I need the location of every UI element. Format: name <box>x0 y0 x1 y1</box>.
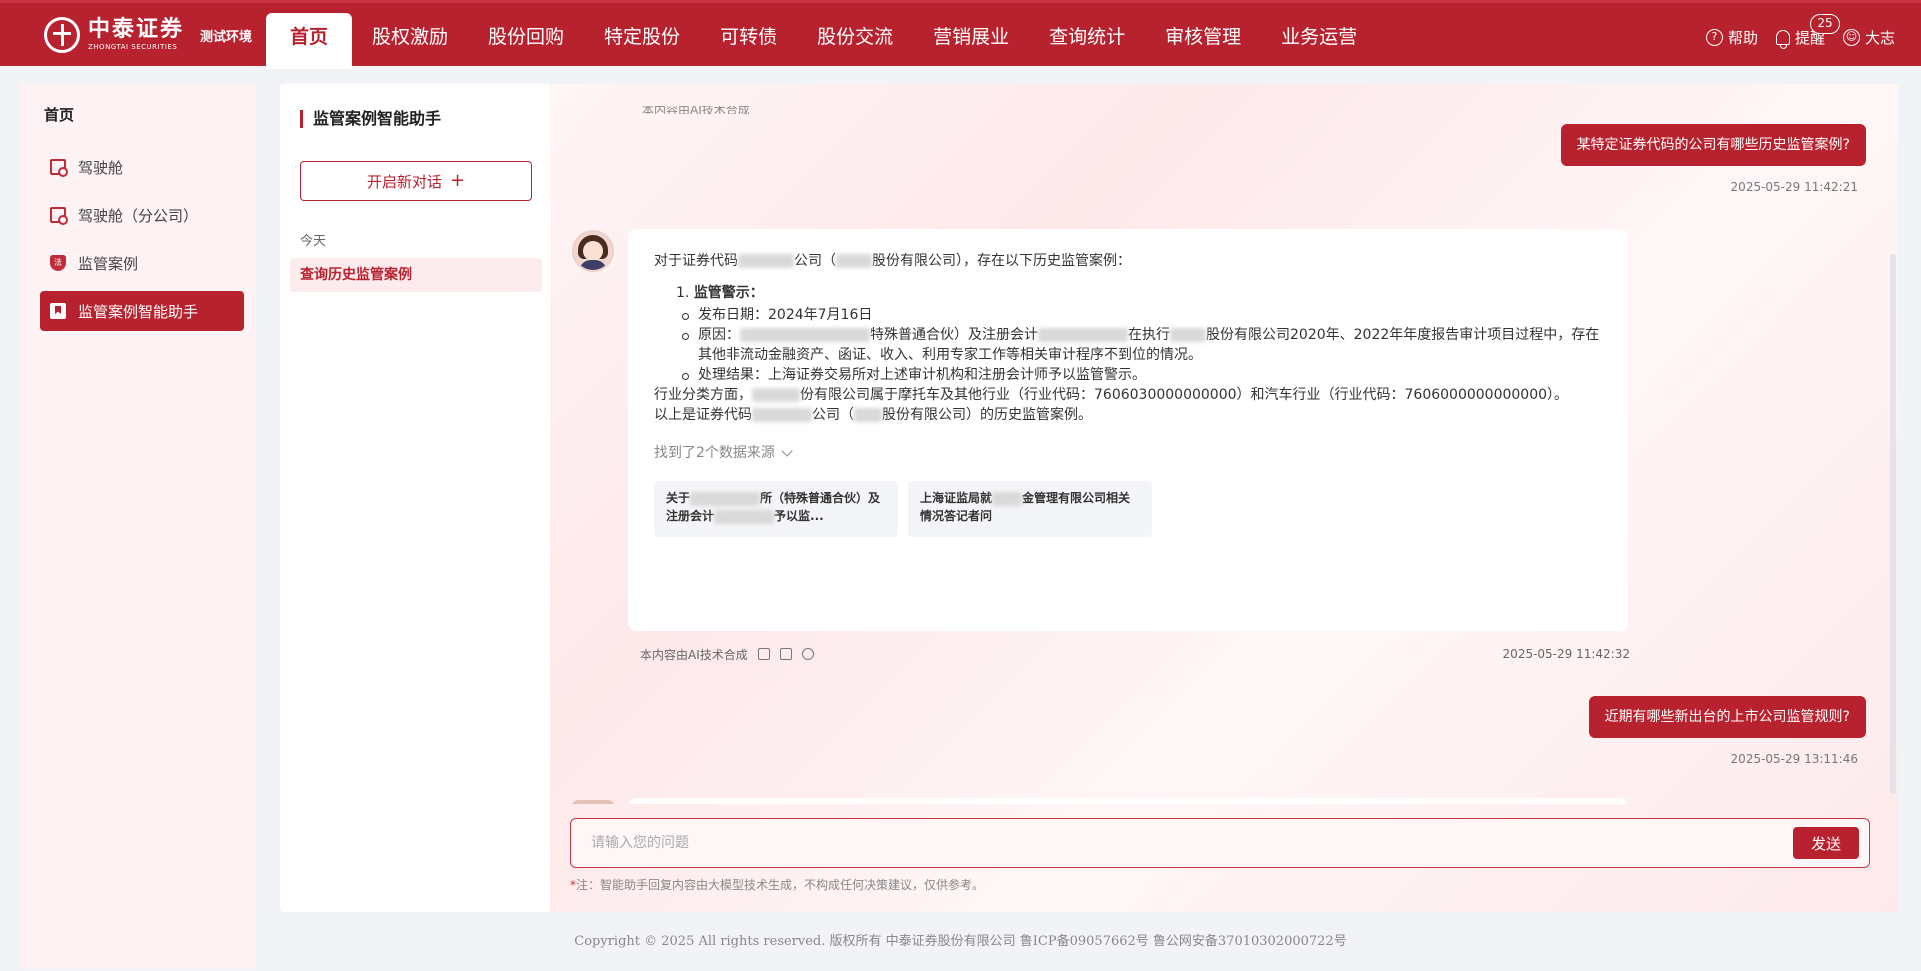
nav-item-query-stats[interactable]: 查询统计 <box>1029 13 1145 69</box>
ai-generated-note: 本内容由AI技术合成 <box>640 647 748 662</box>
nav-item-home[interactable]: 首页 <box>266 13 353 69</box>
logo-name: 中泰证券 <box>88 17 185 42</box>
bookmark-icon <box>50 303 66 319</box>
thumbs-down-icon[interactable] <box>779 648 792 660</box>
notification-badge: 25 <box>1809 14 1840 34</box>
assistant-avatar <box>572 230 614 272</box>
header-actions: ? 帮助 提醒 25 ☺ 大志 <box>1688 14 1895 49</box>
redacted-text <box>740 328 870 342</box>
nav-item-review-management[interactable]: 审核管理 <box>1145 13 1261 69</box>
industry-paragraph: 行业分类方面， 份有限公司属于摩托车及其他行业（行业代码：760603000000… <box>654 387 1569 403</box>
plus-icon: + <box>449 170 466 191</box>
help-button[interactable]: ? 帮助 <box>1705 27 1758 48</box>
user-message: 某特定证券代码的公司有哪些历史监管案例? <box>1560 124 1866 166</box>
user-icon: ☺ <box>1842 29 1860 46</box>
ai-note-partial: 本内容由AI技术合成 <box>642 106 750 114</box>
sidebar-title: 首页 <box>44 106 75 124</box>
source-card[interactable]: 关于 所（特殊普通合伙）及注册会计 予以监... <box>654 481 898 537</box>
question-input-box: 发送 <box>570 818 1870 868</box>
thumbs-up-icon[interactable] <box>757 648 770 660</box>
user-menu[interactable]: ☺ 大志 <box>1842 27 1895 48</box>
closing-paragraph: 以上是证券代码 公司（ 股份有限公司）的历史监管案例。 <box>654 407 1092 423</box>
sidebar: 首页 驾驶舱 驾驶舱（分公司） 法 监管案例 监管案例智能助手 <box>20 84 256 969</box>
sidebar-item-dashboard-branch[interactable]: 驾驶舱（分公司） <box>40 195 244 235</box>
message-timestamp: 2025-05-29 11:42:21 <box>1730 180 1858 194</box>
nav-item-share-buyback[interactable]: 股份回购 <box>468 13 584 69</box>
redacted-text <box>1038 328 1128 342</box>
user-message: 近期有哪些新出台的上市公司监管规则? <box>1588 696 1866 738</box>
message-timestamp: 2025-05-29 13:11:46 <box>1730 752 1858 766</box>
new-chat-button[interactable]: 开启新对话 + <box>300 161 532 201</box>
panel-title: 监管案例智能助手 <box>300 110 441 128</box>
page-footer: Copyright © 2025 All rights reserved. 版权… <box>574 934 1347 949</box>
dashboard-icon <box>50 207 68 225</box>
assistant-avatar <box>572 800 614 804</box>
bell-icon <box>1775 30 1790 49</box>
chat-area: 本内容由AI技术合成 某特定证券代码的公司有哪些历史监管案例? 2025-05-… <box>550 84 1898 912</box>
logo-mark-icon <box>44 17 80 53</box>
send-button[interactable]: 发送 <box>1793 827 1859 859</box>
question-icon: ? <box>1705 29 1723 46</box>
law-shield-icon: 法 <box>50 255 66 271</box>
top-navbar: 中泰证券 ZHONGTAI SECURITIES 测试环境 首页 股权激励 股份… <box>0 0 1921 69</box>
message-timestamp: 2025-05-29 11:42:32 <box>1502 647 1630 661</box>
nav-item-equity-incentive[interactable]: 股权激励 <box>352 13 468 69</box>
conversation-item[interactable]: 查询历史监管案例 <box>290 258 542 292</box>
nav-item-specific-shares[interactable]: 特定股份 <box>584 13 700 69</box>
redacted-text <box>752 408 812 422</box>
nav-item-marketing[interactable]: 营销展业 <box>913 13 1029 69</box>
dashboard-icon <box>50 159 68 177</box>
question-input[interactable] <box>591 831 1741 855</box>
redacted-text <box>1170 328 1206 342</box>
comment-icon[interactable] <box>801 648 814 660</box>
case-list-item: 1. 监管警示： <box>676 285 764 301</box>
sidebar-item-dashboard[interactable]: 驾驶舱 <box>40 147 244 187</box>
redacted-text <box>854 408 882 422</box>
case-details: 发布日期：2024年7月16日 原因： 特殊普通合伙）及注册会计 在执行 股份有限公司… <box>654 305 1602 385</box>
sidebar-item-case-assistant[interactable]: 监管案例智能助手 <box>40 291 244 331</box>
redacted-text <box>738 254 794 268</box>
main-panel: 监管案例智能助手 开启新对话 + 今天 查询历史监管案例 本内容由AI技术合成 … <box>280 84 1898 912</box>
nav-item-business-ops[interactable]: 业务运营 <box>1261 13 1377 69</box>
source-cards: 关于 所（特殊普通合伙）及注册会计 予以监... 上海证监局就 金管理有限公司相关情况… <box>654 481 1602 537</box>
chat-scrollbar[interactable] <box>1890 254 1896 794</box>
case-date: 发布日期：2024年7月16日 <box>682 305 1602 325</box>
logo[interactable]: 中泰证券 ZHONGTAI SECURITIES 测试环境 <box>44 17 252 53</box>
redacted-text <box>836 254 872 268</box>
assistant-message: 对于证券代码 公司（ 股份有限公司），存在以下历史监管案例： 1. 监管警示： 发布… <box>628 229 1628 631</box>
conversation-group-label: 今天 <box>300 234 327 249</box>
disclaimer-note: *注：智能助手回复内容由大模型技术生成，不构成任何决策建议，仅供参考。 <box>570 878 985 892</box>
user-name: 大志 <box>1864 29 1895 47</box>
redacted-text <box>714 509 775 524</box>
environment-tag: 测试环境 <box>200 29 253 45</box>
redacted-text <box>752 388 800 402</box>
nav-item-convertible-bonds[interactable]: 可转债 <box>700 13 797 69</box>
assistant-message-footer: 本内容由AI技术合成 2025-05-29 11:42:32 <box>640 644 1630 664</box>
chat-messages[interactable]: 本内容由AI技术合成 某特定证券代码的公司有哪些历史监管案例? 2025-05-… <box>550 84 1898 804</box>
case-result: 处理结果：上海证券交易所对上述审计机构和注册会计师予以监管警示。 <box>682 365 1602 385</box>
conversation-panel: 监管案例智能助手 开启新对话 + 今天 查询历史监管案例 <box>280 84 550 912</box>
source-card[interactable]: 上海证监局就 金管理有限公司相关情况答记者问 <box>908 481 1152 537</box>
redacted-text <box>992 491 1023 506</box>
sources-toggle[interactable]: 找到了2个数据来源 <box>654 443 1602 463</box>
chevron-down-icon <box>781 445 793 457</box>
assistant-message <box>628 798 1628 804</box>
redacted-text <box>690 491 761 506</box>
case-reason: 原因： 特殊普通合伙）及注册会计 在执行 股份有限公司2020年、2022年年度报告审… <box>682 325 1602 365</box>
main-nav: 首页 股权激励 股份回购 特定股份 可转债 股份交流 营销展业 查询统计 审核管… <box>266 13 1377 69</box>
nav-item-share-exchange[interactable]: 股份交流 <box>797 13 913 69</box>
sidebar-item-regulatory-cases[interactable]: 法 监管案例 <box>40 243 244 283</box>
remind-button[interactable]: 提醒 25 <box>1775 14 1840 49</box>
logo-english-name: ZHONGTAI SECURITIES <box>88 43 178 51</box>
